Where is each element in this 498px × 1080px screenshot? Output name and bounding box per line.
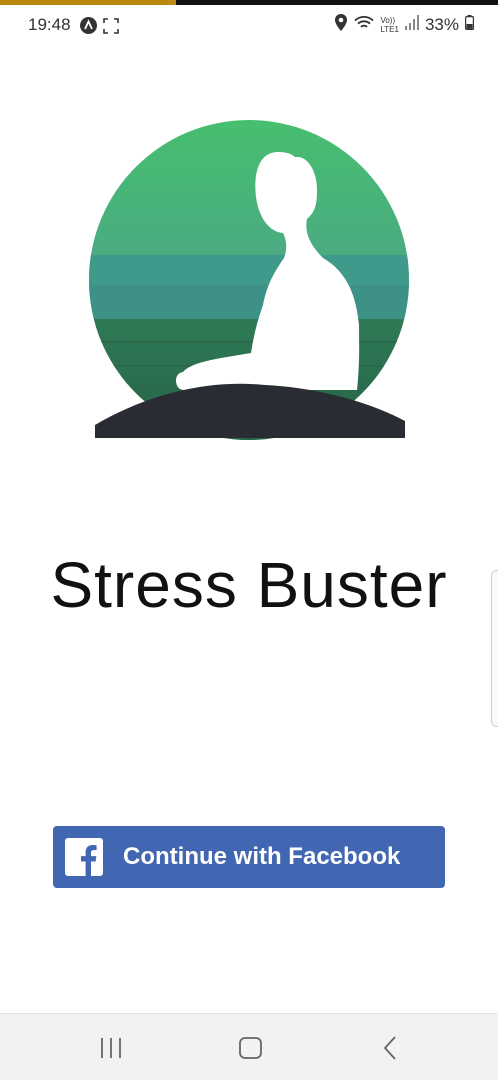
battery-icon xyxy=(465,15,475,35)
back-button[interactable] xyxy=(370,1034,410,1062)
volte-icon: Vo)) LTE1 xyxy=(380,16,399,34)
volte-top-text: Vo)) xyxy=(380,16,396,25)
wifi-icon xyxy=(354,15,375,36)
app-notification-icon xyxy=(80,17,97,39)
status-bar: 19:48 Vo)) LTE1 33% xyxy=(0,5,498,43)
home-button[interactable] xyxy=(230,1034,270,1062)
location-icon xyxy=(334,14,348,36)
meditation-logo-icon xyxy=(85,115,410,445)
home-icon xyxy=(239,1037,262,1059)
battery-text: 33% xyxy=(424,15,459,34)
edge-panel-handle[interactable] xyxy=(491,570,498,727)
status-left-icons xyxy=(80,17,119,39)
status-right-icons: Vo)) LTE1 33% xyxy=(334,14,475,36)
facebook-icon xyxy=(65,838,103,876)
back-icon xyxy=(383,1036,396,1060)
screenshot-icon xyxy=(103,17,119,39)
facebook-button-label: Continue with Facebook xyxy=(123,843,401,870)
continue-with-facebook-button[interactable]: Continue with Facebook xyxy=(53,826,445,888)
volte-bottom-text: LTE1 xyxy=(380,25,399,34)
signal-icon xyxy=(404,15,419,35)
app-title: Stress Buster xyxy=(50,549,448,621)
recents-icon xyxy=(101,1038,121,1058)
status-time: 19:48 xyxy=(28,15,71,34)
navigation-bar xyxy=(0,1013,498,1080)
recents-button[interactable] xyxy=(92,1034,132,1062)
